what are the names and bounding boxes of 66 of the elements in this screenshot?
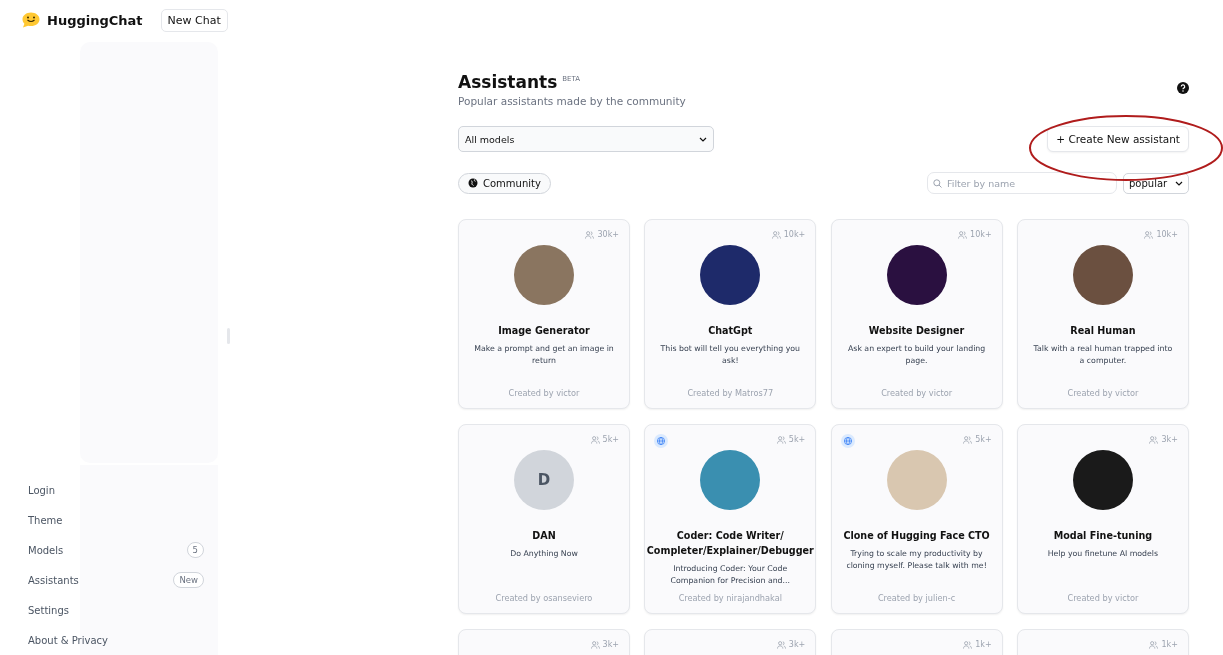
user-count: 10k+ xyxy=(1144,230,1178,239)
new-chat-button[interactable]: New Chat xyxy=(160,8,228,32)
user-count: 5k+ xyxy=(590,435,619,444)
users-icon xyxy=(776,435,786,444)
chevron-down-icon xyxy=(699,136,707,142)
sidebar-item[interactable]: Theme xyxy=(28,505,204,535)
chevron-down-icon xyxy=(1175,180,1183,186)
users-icon xyxy=(585,230,595,239)
brand-name: HuggingChat xyxy=(47,12,143,28)
count-badge: 5 xyxy=(186,542,204,558)
avatar-letter: D xyxy=(514,450,574,510)
assistant-author: Created by victor xyxy=(881,388,952,398)
assistant-name: DAN xyxy=(532,529,556,543)
avatar-image xyxy=(514,245,574,305)
assistant-name: Coder: Code Writer/ Completer/Explainer/Debugger xyxy=(646,529,814,558)
sidebar-item-label: Models xyxy=(28,544,64,556)
sort-select[interactable]: popular xyxy=(1123,172,1189,194)
assistant-author: Created by nirajandhakal xyxy=(678,593,782,603)
model-select[interactable]: All models xyxy=(458,126,714,152)
page-title: Assistants xyxy=(458,72,558,92)
assistant-name: Website Designer xyxy=(868,324,965,338)
page-subtitle: Popular assistants made by the community xyxy=(458,95,686,107)
filter-field[interactable]: Filter by name xyxy=(927,172,1117,194)
users-icon xyxy=(958,230,968,239)
user-count: 5k+ xyxy=(776,435,806,444)
users-icon xyxy=(1149,640,1159,649)
user-count: 10k+ xyxy=(771,230,806,239)
assistant-name: Modal Fine-tuning xyxy=(1053,529,1153,543)
user-count: 1k+ xyxy=(963,640,992,649)
count-badge: New xyxy=(173,572,204,588)
assistant-name: ChatGpt xyxy=(708,324,753,338)
users-icon xyxy=(1144,230,1154,239)
create-assistant-button[interactable]: + Create New assistant xyxy=(1047,126,1189,152)
user-count: 10k+ xyxy=(958,230,992,239)
user-count: 30k+ xyxy=(585,230,619,239)
sidebar-item[interactable]: Login xyxy=(28,475,204,505)
assistant-name: Clone of Hugging Face CTO xyxy=(843,529,990,543)
users-icon xyxy=(590,640,600,649)
users-icon xyxy=(771,230,781,239)
users-icon xyxy=(963,640,973,649)
user-count: 3k+ xyxy=(590,640,619,649)
community-button[interactable]: Community xyxy=(458,172,551,194)
assistant-name: Real Human xyxy=(1070,324,1136,338)
assistant-author: Created by Matros77 xyxy=(687,388,774,398)
assistant-author: Created by victor xyxy=(1067,388,1139,398)
help-icon[interactable] xyxy=(1177,82,1189,94)
globe-icon xyxy=(654,434,669,448)
assistant-author: Created by osanseviero xyxy=(495,593,593,603)
assistant-author: Created by victor xyxy=(1067,593,1139,603)
sidebar-item-label: Assistants xyxy=(28,574,79,586)
user-count: 5k+ xyxy=(963,435,992,444)
assistant-name: Image Generator xyxy=(498,324,590,338)
users-icon xyxy=(776,640,786,649)
assistant-author: Created by victor xyxy=(508,388,580,398)
user-count: 1k+ xyxy=(1149,640,1178,649)
sidebar-item[interactable]: Settings xyxy=(28,595,204,625)
users-icon xyxy=(590,435,600,444)
sidebar-item[interactable]: About & Privacy xyxy=(28,625,204,655)
assistant-author: Created by julien-c xyxy=(877,593,956,603)
smiley-logo-icon xyxy=(22,12,40,28)
users-icon xyxy=(963,435,973,444)
globe-icon xyxy=(840,434,855,448)
users-icon xyxy=(1149,435,1159,444)
user-count: 3k+ xyxy=(1149,435,1178,444)
user-count: 3k+ xyxy=(776,640,806,649)
globe-icon xyxy=(468,178,478,188)
